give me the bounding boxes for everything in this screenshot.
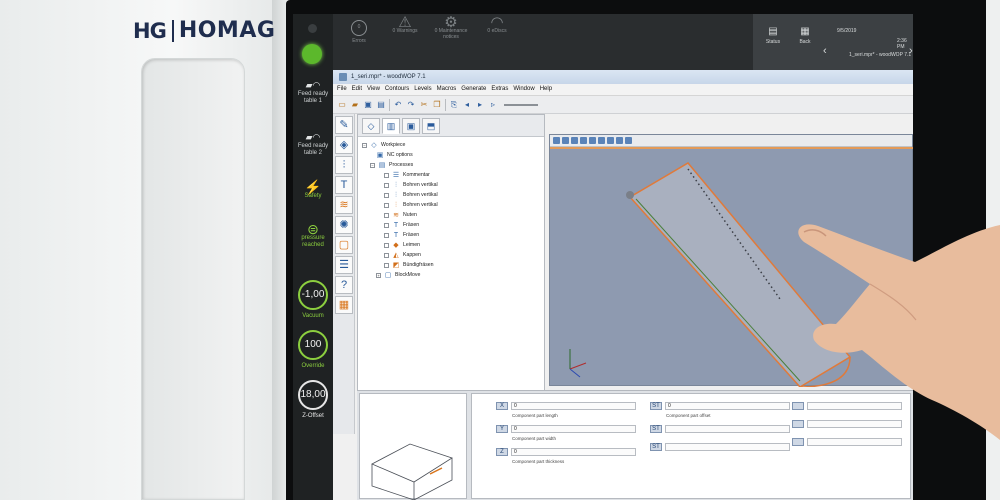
hand-shape: [798, 224, 1000, 440]
hand-photo: [798, 224, 1000, 440]
scene: HG HOMAG ▰◠ Feed ready table 1 ▰◠ Feed r…: [0, 0, 1000, 500]
